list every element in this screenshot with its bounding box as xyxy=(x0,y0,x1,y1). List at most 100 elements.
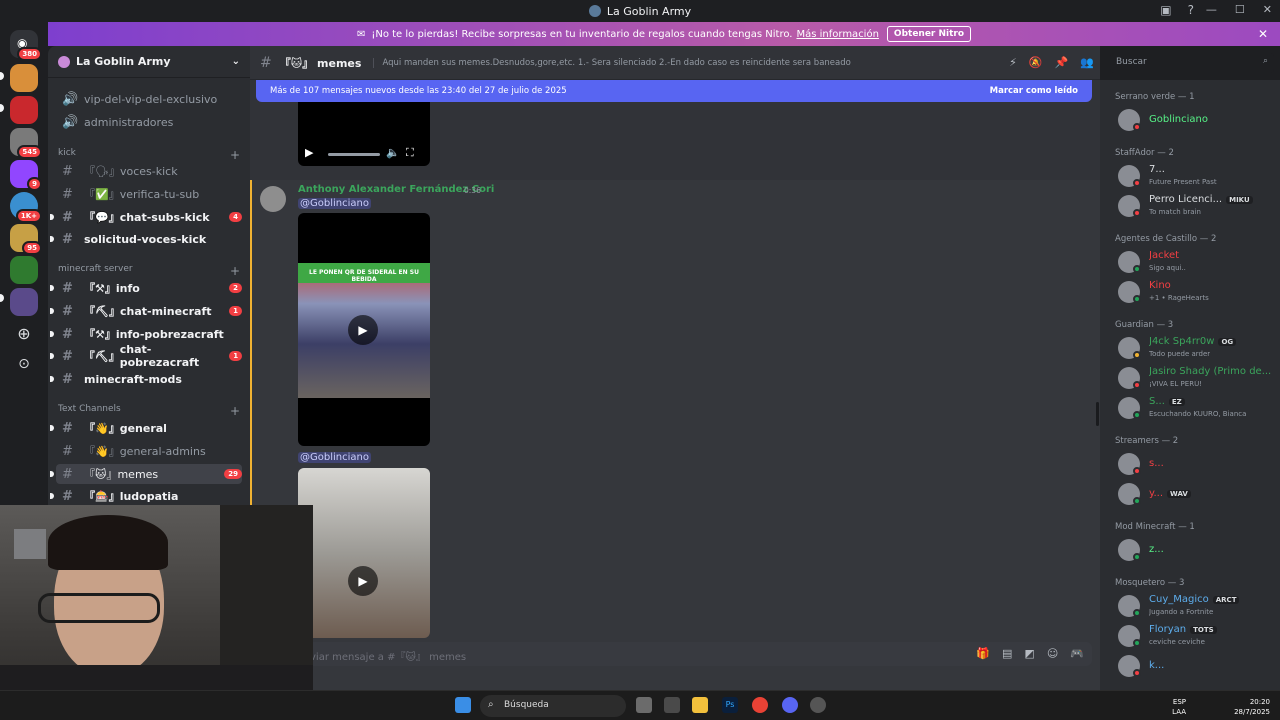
chrome-icon[interactable] xyxy=(752,697,768,713)
channel-vip[interactable]: 🔊 vip-del-vip-del-exclusivo xyxy=(56,89,242,109)
member-item[interactable]: Jacket Sigo aqui.. xyxy=(1118,248,1276,276)
member-item[interactable]: Goblinciano xyxy=(1118,106,1276,134)
taskbar-search[interactable]: ⌕ Búsqueda xyxy=(480,695,626,717)
channel-topic[interactable]: Aqui manden sus memes.Desnudos,gore,etc.… xyxy=(373,57,851,68)
member-item[interactable]: J4ck Sp4rr0w OG Todo puede arder xyxy=(1118,334,1276,362)
task-view-icon[interactable] xyxy=(636,697,652,713)
message-input[interactable]: viar mensaje a #『🐱』 memes 🎁 ▤ ◩ ☺ 🎮 xyxy=(258,642,1092,666)
discover-icon[interactable]: ⊙ xyxy=(10,350,38,378)
photoshop-icon[interactable]: Ps xyxy=(722,697,738,713)
member-item[interactable]: Perro Licenci... MIKU To match brain xyxy=(1118,192,1276,220)
gift-icon[interactable]: 🎁 xyxy=(976,647,990,660)
channel-label: info-pobrezacraft xyxy=(115,327,224,341)
video-attachment[interactable]: LE PONEN QR DE SIDERAL EN SU BEBIDA ▶ xyxy=(298,213,430,446)
server-icon-2[interactable] xyxy=(10,96,38,124)
channel-solicitud-voces-kick[interactable]: # solicitud-voces-kick xyxy=(50,229,242,249)
member-list-icon[interactable]: 👥 xyxy=(1080,56,1094,69)
channel-verifica-tu-sub[interactable]: # 『✅』 verifica-tu-sub xyxy=(56,184,242,204)
sticker-icon[interactable]: ◩ xyxy=(1024,647,1034,660)
member-item[interactable]: 7... Future Present Past xyxy=(1118,162,1276,190)
add-channel-icon[interactable]: + xyxy=(230,264,240,278)
get-nitro-button[interactable]: Obtener Nitro xyxy=(886,26,972,42)
channel-chat-minecraft[interactable]: # 『⛏』 chat-minecraft 1 xyxy=(50,301,242,321)
start-icon[interactable] xyxy=(455,697,471,713)
volume-icon[interactable]: 🔈 xyxy=(386,146,400,159)
member-item[interactable]: k... xyxy=(1118,652,1276,680)
search-input[interactable]: Buscar ⌕ xyxy=(1110,53,1274,73)
discord-taskbar-icon[interactable] xyxy=(782,697,798,713)
member-item[interactable]: z... xyxy=(1118,536,1276,564)
file-explorer-icon[interactable] xyxy=(692,697,708,713)
status-indicator xyxy=(1133,179,1141,187)
help-icon[interactable]: ? xyxy=(1188,3,1194,17)
close-window-button[interactable]: ✕ xyxy=(1263,3,1272,16)
channel-minecraft-mods[interactable]: # minecraft-mods xyxy=(50,369,242,389)
channel-general[interactable]: # 『👋』 general xyxy=(50,418,242,438)
server-icon-1[interactable] xyxy=(10,64,38,92)
mark-as-read-button[interactable]: Marcar como leído xyxy=(990,86,1078,96)
banner-link[interactable]: Más información xyxy=(796,29,878,40)
scrollbar[interactable] xyxy=(1096,402,1099,426)
threads-icon[interactable]: ⚡ xyxy=(1009,56,1017,69)
channel-ludopatia[interactable]: # 『🎰』 ludopatia xyxy=(50,486,242,506)
member-item[interactable]: y... WAV xyxy=(1118,480,1276,508)
direct-messages-button[interactable]: ◉ 380 xyxy=(10,30,42,61)
channel-voces-kick[interactable]: # 『🗣』 voces-kick xyxy=(56,161,242,181)
add-channel-icon[interactable]: + xyxy=(230,148,240,162)
member-name-row: S... EZ xyxy=(1149,396,1185,407)
channel-chat-pobrezacraft[interactable]: # 『⛏』 chat-pobrezacraft 1 xyxy=(50,343,242,369)
unread-dot xyxy=(50,331,54,337)
channel-chat-subs-kick[interactable]: # 『💬』 chat-subs-kick 4 xyxy=(50,207,242,227)
channel-info-pobrezacraft[interactable]: # 『⚒』 info-pobrezacraft xyxy=(50,324,242,344)
emoji-icon[interactable]: ☺ xyxy=(1047,647,1058,660)
new-messages-bar[interactable]: Más de 107 mensajes nuevos desde las 23:… xyxy=(256,80,1092,102)
mute-bell-icon[interactable]: 🔕 xyxy=(1029,56,1043,69)
server-icon-6[interactable]: 95 xyxy=(10,224,42,255)
avatar[interactable] xyxy=(260,186,286,212)
member-item[interactable]: Kino +1 • RageHearts xyxy=(1118,278,1276,306)
category-minecraft[interactable]: minecraft server + xyxy=(58,264,240,278)
gif-icon[interactable]: ▤ xyxy=(1002,647,1012,660)
add-server-icon[interactable]: ⊕ xyxy=(10,320,38,348)
app-icon[interactable] xyxy=(664,697,680,713)
channel-memes[interactable]: # 『🐱』 memes 29 xyxy=(50,464,242,484)
server-badge: 545 xyxy=(17,145,42,159)
channel-general-admins[interactable]: # 『👋』 general-admins xyxy=(56,441,242,461)
close-banner-icon[interactable]: ✕ xyxy=(1258,27,1268,41)
video-attachment[interactable]: ▶ xyxy=(298,468,430,638)
member-item[interactable]: Jasiro Shady (Primo de... ¡VIVA EL PERÚ! xyxy=(1118,364,1276,392)
channel-administradores[interactable]: 🔊 administradores xyxy=(56,112,242,132)
minimize-button[interactable]: — xyxy=(1206,3,1217,16)
pin-icon[interactable]: 📌 xyxy=(1055,56,1069,69)
channel-info[interactable]: # 『⚒』 info 2 xyxy=(50,278,242,298)
play-icon[interactable]: ▶ xyxy=(305,146,313,159)
user-mention[interactable]: @Goblinciano xyxy=(298,198,371,209)
member-item[interactable]: s... xyxy=(1118,450,1276,478)
member-item[interactable]: Cuy_Magico ARCT Jugando a Fortnite xyxy=(1118,592,1276,620)
category-text-channels[interactable]: Text Channels + xyxy=(58,404,240,418)
category-kick[interactable]: kick + xyxy=(58,148,240,162)
member-item[interactable]: S... EZ Escuchando KUURO, Bianca xyxy=(1118,394,1276,422)
volume-slider[interactable] xyxy=(328,153,380,156)
server-badge: 95 xyxy=(22,241,42,255)
server-icon-7[interactable] xyxy=(10,256,38,284)
activity-icon[interactable]: 🎮 xyxy=(1070,647,1084,660)
fullscreen-icon[interactable]: ⛶ xyxy=(406,146,414,160)
inbox-icon[interactable]: ▣ xyxy=(1160,3,1171,17)
member-item[interactable]: Floryan TOTS ceviche ceviche xyxy=(1118,622,1276,650)
play-icon[interactable]: ▶ xyxy=(348,566,378,596)
server-header[interactable]: La Goblin Army ⌄ xyxy=(48,46,250,78)
user-mention[interactable]: @Goblinciano xyxy=(298,452,371,463)
play-icon[interactable]: ▶ xyxy=(348,315,378,345)
channel-label: vip-del-vip-del-exclusivo xyxy=(84,92,218,106)
server-icon-twitch[interactable]: 9 xyxy=(10,160,42,191)
add-channel-icon[interactable]: + xyxy=(230,404,240,418)
channel-label: administradores xyxy=(84,115,174,129)
server-icon-5[interactable]: 1K+ xyxy=(10,192,42,223)
member-name-row: Jasiro Shady (Primo de... xyxy=(1149,366,1271,377)
obs-icon[interactable] xyxy=(810,697,826,713)
server-icon-3[interactable]: 545 xyxy=(10,128,42,159)
maximize-button[interactable]: ☐ xyxy=(1235,3,1245,16)
server-icon-8[interactable] xyxy=(10,288,38,316)
chevron-down-icon[interactable]: ⌄ xyxy=(232,56,240,67)
